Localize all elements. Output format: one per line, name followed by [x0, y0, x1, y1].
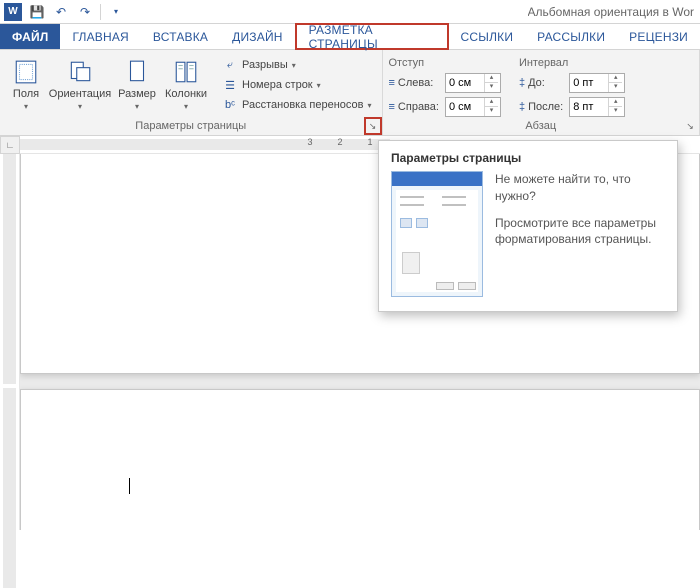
ribbon: Поля ▾ Ориентация ▾ Размер ▾	[0, 50, 700, 136]
tooltip-title: Параметры страницы	[391, 151, 665, 165]
size-icon	[122, 58, 152, 86]
orientation-button[interactable]: Ориентация ▾	[46, 54, 114, 118]
spin-down[interactable]: ▾	[484, 107, 498, 116]
indent-left-input[interactable]: ▴▾	[445, 73, 501, 93]
spin-down[interactable]: ▾	[484, 83, 498, 92]
redo-icon: ↷	[80, 5, 90, 19]
chevron-down-icon: ▾	[367, 101, 371, 110]
spacing-before-label: ‡До:	[519, 77, 563, 89]
tab-insert[interactable]: ВСТАВКА	[141, 24, 220, 49]
separator	[100, 4, 101, 20]
spacing-after-icon: ‡	[519, 101, 525, 113]
orientation-icon	[65, 58, 95, 86]
breaks-button[interactable]: ⤶ Разрывы ▾	[218, 56, 376, 74]
paragraph-launcher[interactable]: ↘	[683, 119, 697, 133]
spin-up[interactable]: ▴	[608, 74, 622, 83]
group-label: Параметры страницы	[6, 118, 376, 135]
chevron-down-icon: ▾	[114, 7, 118, 16]
spin-up[interactable]: ▴	[484, 74, 498, 83]
margins-icon	[11, 58, 41, 86]
group-label: Абзац	[389, 118, 694, 135]
spin-down[interactable]: ▾	[608, 83, 622, 92]
text-cursor	[129, 478, 130, 494]
tooltip-text-2: Просмотрите все параметры форматирования…	[495, 215, 665, 249]
spacing-before-input[interactable]: ▴▾	[569, 73, 625, 93]
hyphenation-icon: bᶜ	[222, 97, 238, 113]
chevron-down-icon: ▾	[292, 61, 296, 70]
chevron-down-icon: ▾	[78, 102, 82, 111]
tab-page-layout[interactable]: РАЗМЕТКА СТРАНИЦЫ	[295, 23, 449, 50]
line-numbers-button[interactable]: ☰ Номера строк ▾	[218, 76, 376, 94]
document-title: Альбомная ориентация в Wor	[528, 5, 694, 19]
tab-design[interactable]: ДИЗАЙН	[220, 24, 295, 49]
tab-references[interactable]: ССЫЛКИ	[449, 24, 526, 49]
group-page-setup: Поля ▾ Ориентация ▾ Размер ▾	[0, 50, 383, 135]
ribbon-tabs: ФАЙЛ ГЛАВНАЯ ВСТАВКА ДИЗАЙН РАЗМЕТКА СТР…	[0, 24, 700, 50]
ruler-corner[interactable]: ∟	[0, 136, 20, 154]
hyphenation-button[interactable]: bᶜ Расстановка переносов ▾	[218, 96, 376, 114]
spin-down[interactable]: ▾	[608, 107, 622, 116]
tab-mailings[interactable]: РАССЫЛКИ	[525, 24, 617, 49]
chevron-down-icon: ▾	[184, 102, 188, 111]
size-button[interactable]: Размер ▾	[114, 54, 160, 118]
qat-customize-button[interactable]: ▾	[105, 2, 127, 22]
spacing-after-input[interactable]: ▴▾	[569, 97, 625, 117]
line-numbers-icon: ☰	[222, 77, 238, 93]
spacing-header: Интервал	[519, 57, 625, 69]
spacing-before-icon: ‡	[519, 77, 525, 89]
page-setup-launcher[interactable]: ↘	[366, 119, 380, 133]
undo-icon: ↶	[56, 5, 66, 19]
spin-up[interactable]: ▴	[608, 98, 622, 107]
page[interactable]	[20, 389, 700, 530]
breaks-icon: ⤶	[222, 57, 238, 73]
chevron-down-icon: ▾	[24, 102, 28, 111]
tooltip-text-1: Не можете найти то, что нужно?	[495, 171, 665, 205]
indent-right-input[interactable]: ▴▾	[445, 97, 501, 117]
app-icon: W	[4, 3, 22, 21]
columns-button[interactable]: Колонки ▾	[160, 54, 212, 118]
spacing-after-label: ‡После:	[519, 101, 563, 113]
save-icon: 💾	[30, 5, 45, 19]
titlebar: W 💾 ↶ ↷ ▾ Альбомная ориентация в Wor	[0, 0, 700, 24]
page-setup-tooltip: Параметры страницы	[378, 140, 678, 312]
redo-button[interactable]: ↷	[74, 2, 96, 22]
tab-review[interactable]: РЕЦЕНЗИ	[617, 24, 700, 49]
quick-access-toolbar: 💾 ↶ ↷ ▾	[26, 2, 127, 22]
chevron-down-icon: ▾	[317, 81, 321, 90]
dialog-launcher-icon: ↘	[686, 121, 694, 132]
tab-home[interactable]: ГЛАВНАЯ	[60, 24, 140, 49]
tab-file[interactable]: ФАЙЛ	[0, 24, 60, 49]
tooltip-thumbnail	[391, 171, 483, 297]
spin-up[interactable]: ▴	[484, 98, 498, 107]
chevron-down-icon: ▾	[135, 102, 139, 111]
dialog-launcher-icon: ↘	[369, 121, 377, 132]
indent-right-icon: ≡	[389, 101, 395, 113]
indent-header: Отступ	[389, 57, 501, 69]
indent-right-label: ≡Справа:	[389, 101, 439, 113]
margins-button[interactable]: Поля ▾	[6, 54, 46, 118]
vertical-ruler[interactable]	[0, 154, 20, 530]
undo-button[interactable]: ↶	[50, 2, 72, 22]
indent-left-label: ≡Слева:	[389, 77, 439, 89]
columns-icon	[171, 58, 201, 86]
save-button[interactable]: 💾	[26, 2, 48, 22]
indent-left-icon: ≡	[389, 77, 395, 89]
group-paragraph: Отступ Интервал ≡Слева: ▴▾ ‡До: ▴▾ ≡Спра…	[383, 50, 700, 135]
